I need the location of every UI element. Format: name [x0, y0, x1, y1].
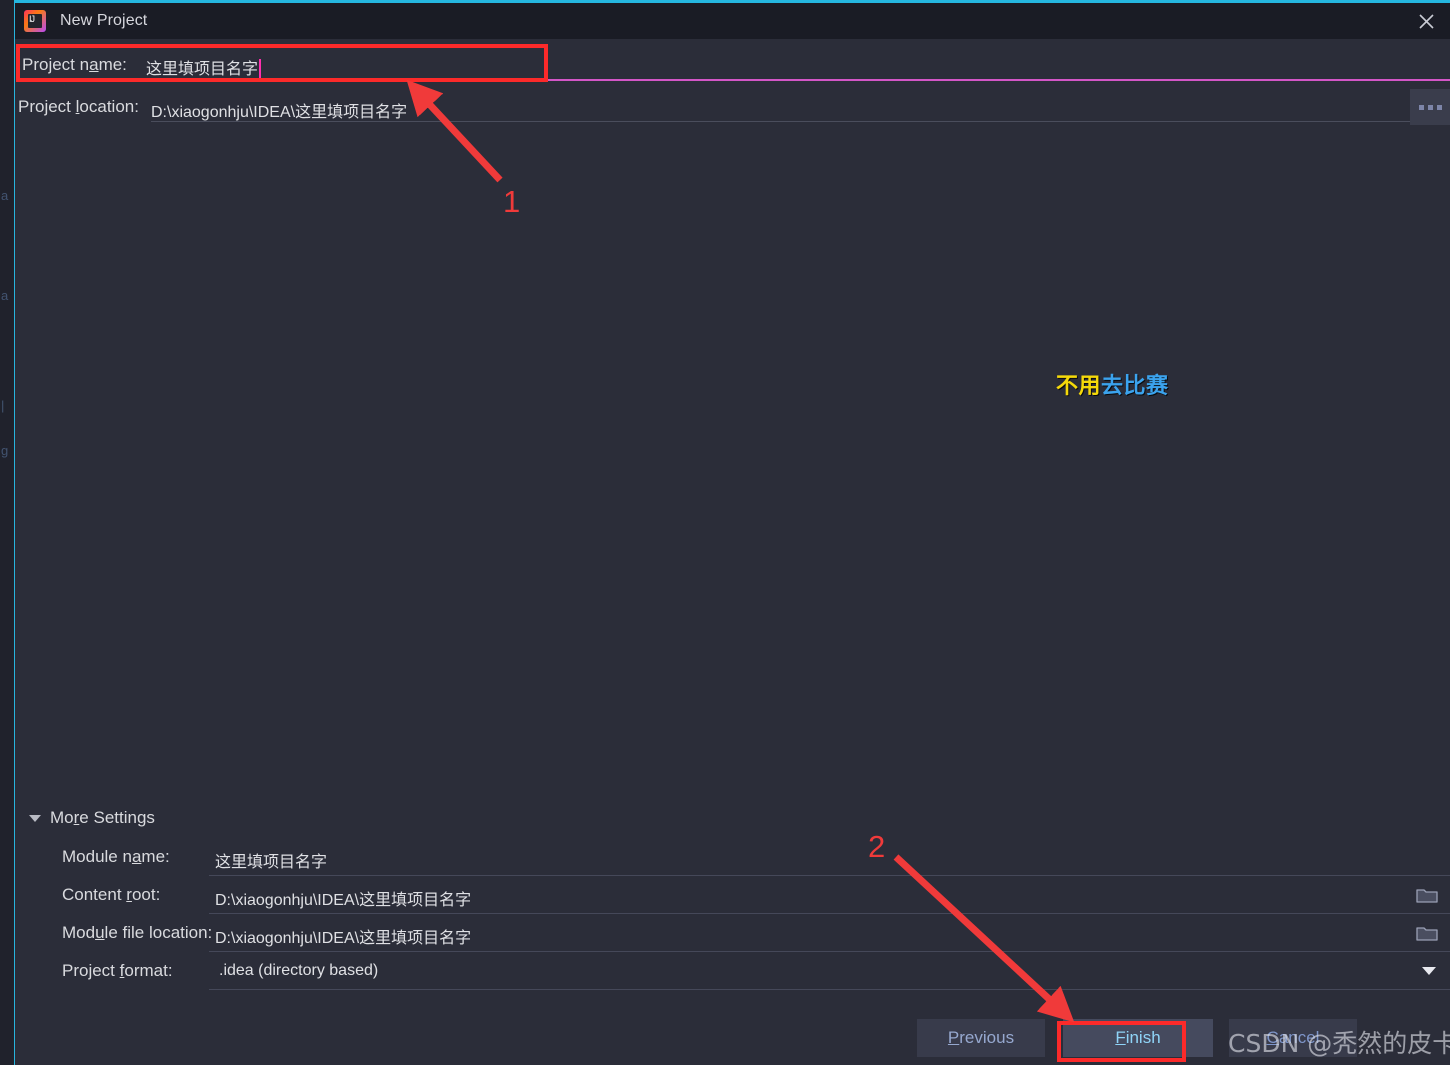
module-name-input[interactable]: 这里填项目名字 — [215, 848, 327, 872]
more-settings-toggle[interactable]: More Settings — [29, 808, 155, 828]
content-root-label: Content root: — [62, 885, 161, 904]
more-settings-label: More Settings — [50, 808, 155, 827]
background-ghost-text: g — [1, 443, 9, 458]
module-file-location-input[interactable]: D:\xiaogonhju\IDEA\这里填项目名字 — [215, 924, 471, 948]
content-root-input[interactable]: D:\xiaogonhju\IDEA\这里填项目名字 — [215, 886, 471, 910]
new-project-dialog: New Project Project name: 这里填项目名字 Projec… — [14, 0, 1450, 1065]
project-format-select-value[interactable]: .idea (directory based) — [219, 962, 378, 980]
cancel-button[interactable]: Cancel — [1229, 1019, 1357, 1057]
module-name-row: Module name: 这里填项目名字 — [15, 838, 1450, 876]
project-name-focus-underline — [146, 79, 1450, 81]
screenshot-root: a a | g New Project Project name: 这里填项目名… — [0, 0, 1450, 1065]
project-location-label: Project location: — [18, 97, 139, 116]
text-caret — [259, 59, 262, 78]
background-ghost-text: a — [1, 288, 9, 303]
project-format-row: Project format: .idea (directory based) — [15, 952, 1450, 990]
intellij-idea-logo-icon — [24, 10, 46, 32]
module-file-location-row: Module file location: D:\xiaogonhju\IDEA… — [15, 914, 1450, 952]
module-name-label: Module name: — [62, 847, 170, 866]
background-ghost-text: a — [1, 188, 9, 203]
content-root-row: Content root: D:\xiaogonhju\IDEA\这里填项目名字 — [15, 876, 1450, 914]
folder-icon[interactable] — [1416, 885, 1440, 905]
project-name-input[interactable]: 这里填项目名字 — [146, 55, 262, 79]
background-ghost-text: | — [1, 398, 5, 413]
more-settings-fields: Module name: 这里填项目名字 Content root: D:\xi… — [15, 838, 1450, 990]
ellipsis-icon[interactable] — [1410, 89, 1450, 125]
close-icon[interactable] — [1402, 3, 1450, 39]
project-location-underline — [151, 121, 1416, 122]
dialog-title: New Project — [60, 12, 148, 29]
project-location-row: Project location: D:\xiaogonhju\IDEA\这里填… — [15, 89, 1450, 128]
dialog-footer: Previous Finish Cancel — [15, 1019, 1450, 1059]
chevron-down-icon — [29, 814, 41, 822]
folder-icon[interactable] — [1416, 923, 1440, 943]
project-name-label: Project name: — [22, 55, 127, 74]
finish-button[interactable]: Finish — [1063, 1019, 1213, 1057]
project-format-label: Project format: — [62, 961, 173, 980]
dialog-titlebar: New Project — [15, 3, 1450, 39]
module-file-location-label: Module file location: — [62, 923, 213, 942]
project-location-input[interactable]: D:\xiaogonhju\IDEA\这里填项目名字 — [151, 98, 407, 122]
dropdown-icon[interactable] — [1422, 967, 1436, 975]
previous-button[interactable]: Previous — [917, 1019, 1045, 1057]
